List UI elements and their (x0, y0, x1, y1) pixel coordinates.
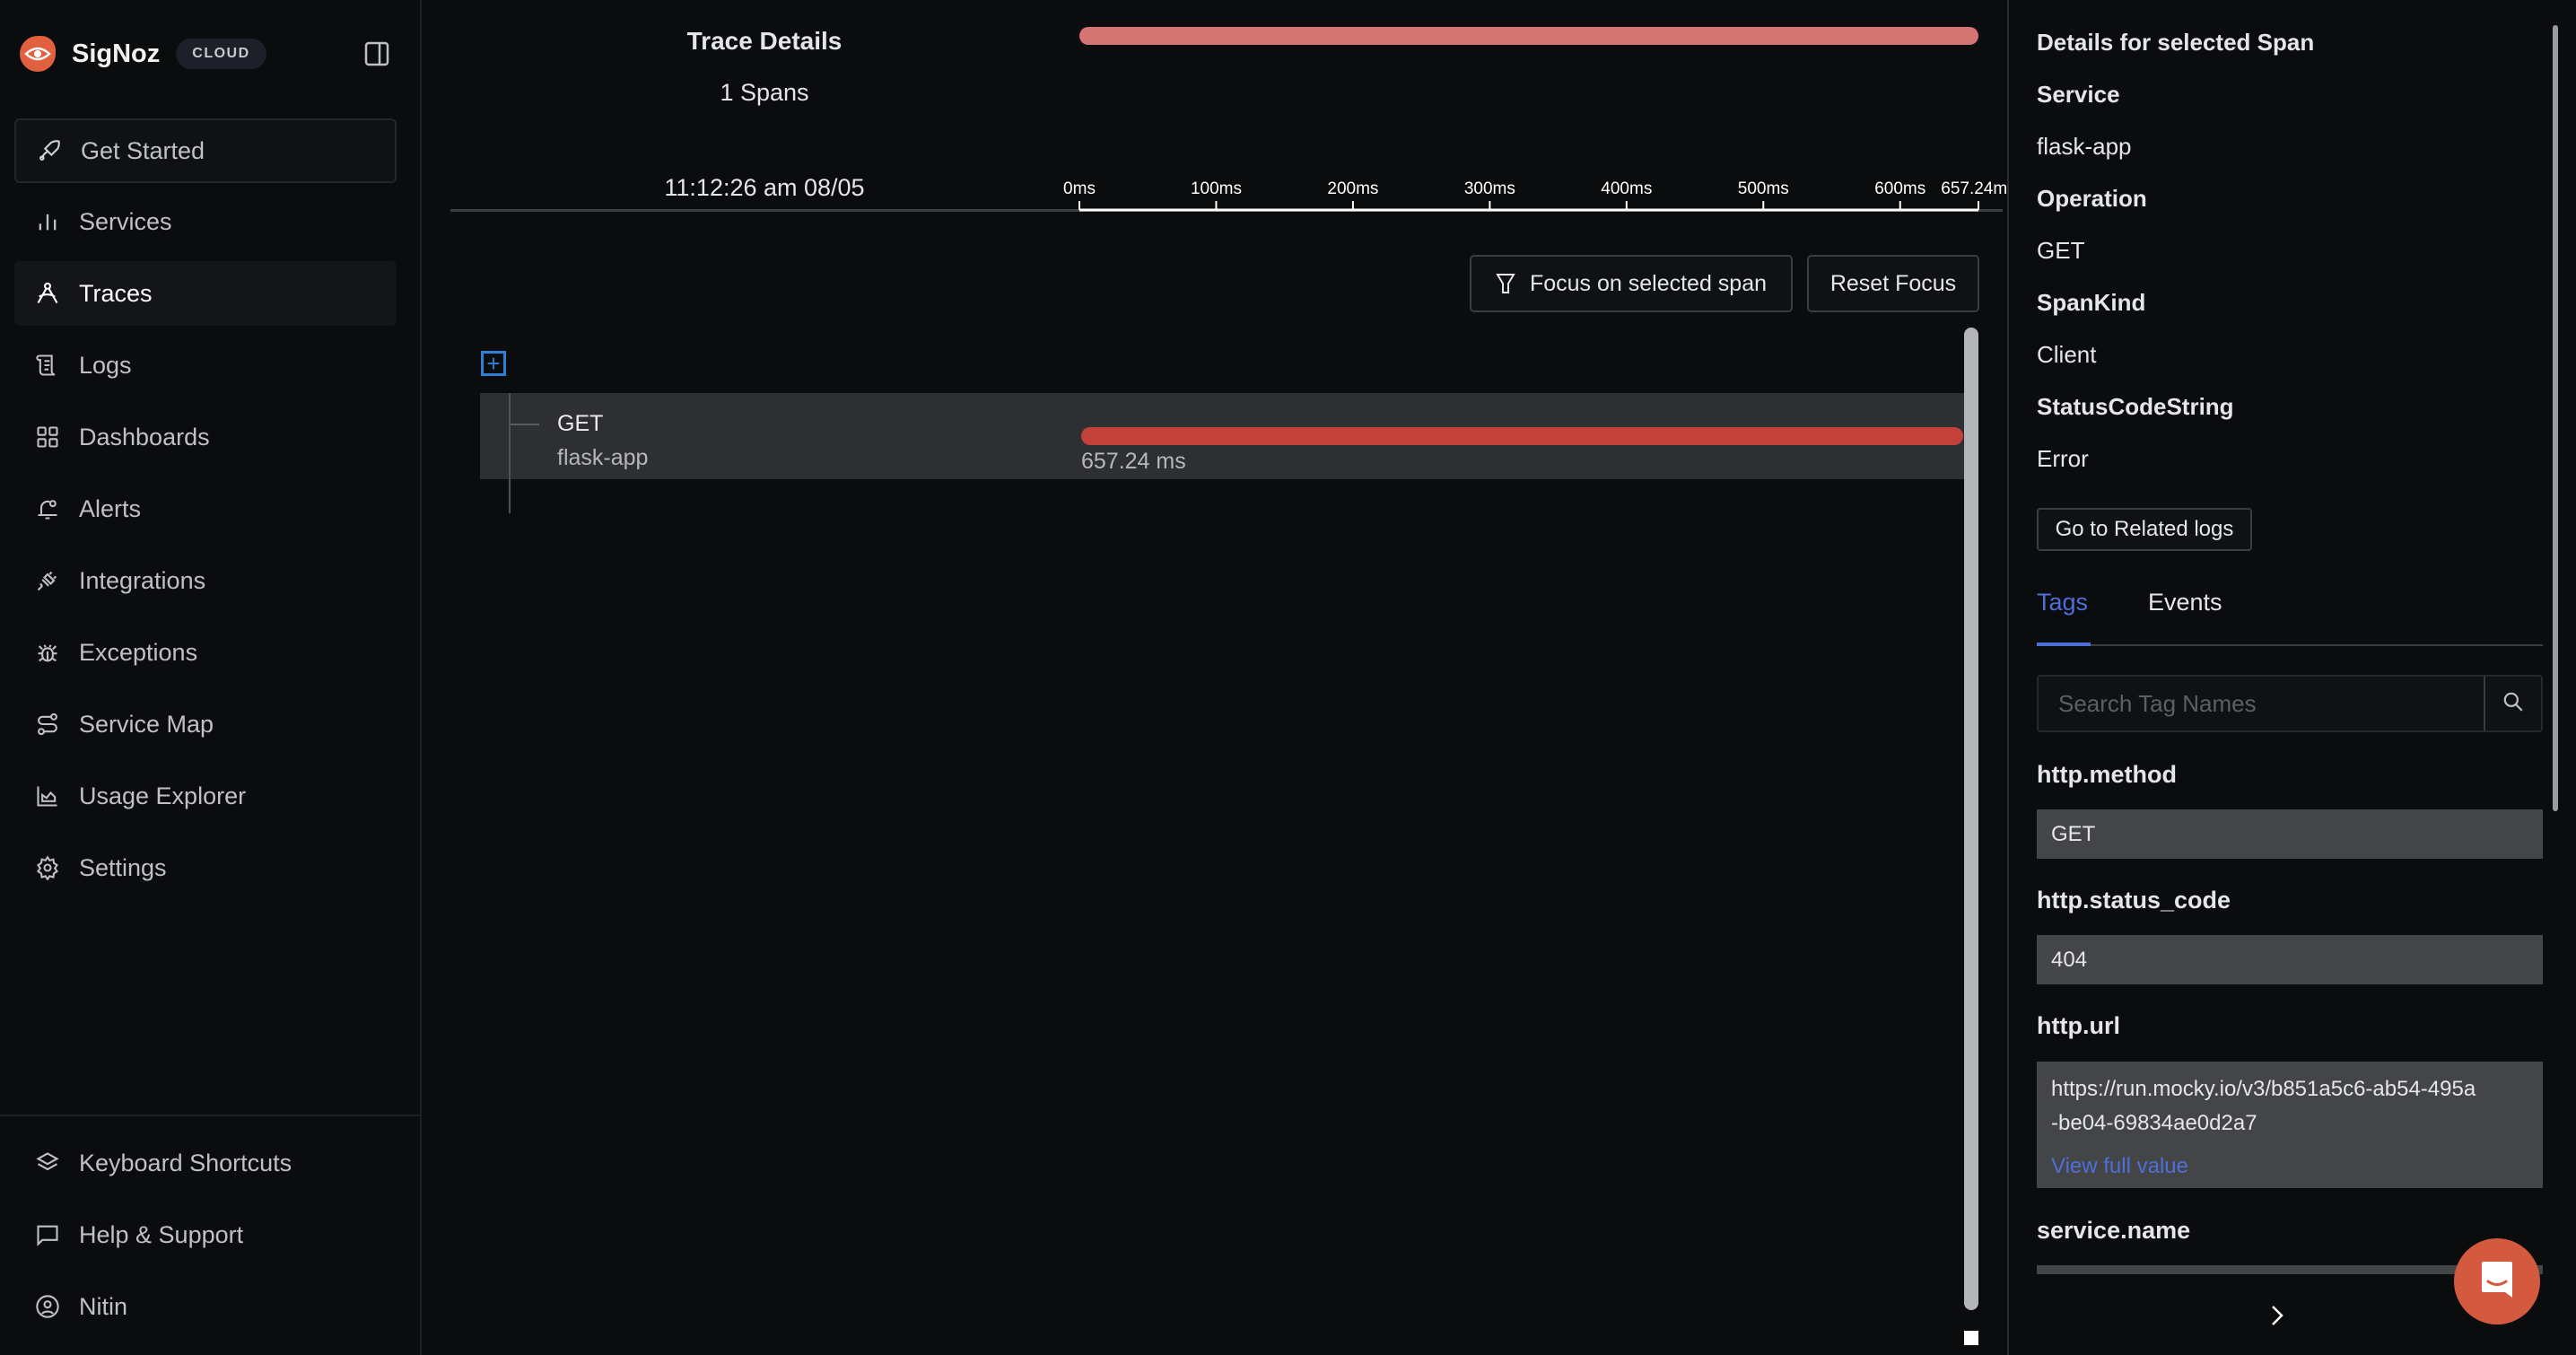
layers-icon (34, 1150, 61, 1176)
span-duration: 657.24 ms (1081, 449, 1186, 474)
tag-search-input[interactable] (2039, 677, 2484, 730)
sidebar-divider (0, 1115, 422, 1116)
tag-value-line: -be04-69834ae0d2a7 (2051, 1111, 2257, 1135)
chevron-right-icon[interactable] (2268, 1303, 2286, 1333)
sidebar-item-integrations[interactable]: Integrations (14, 548, 397, 613)
field-label-status: StatusCodeString (2037, 393, 2234, 420)
route-icon (34, 711, 61, 738)
user-circle-icon (34, 1293, 61, 1320)
search-icon (2502, 690, 2525, 718)
sidebar-item-label: Nitin (79, 1292, 128, 1320)
area-chart-icon (34, 782, 61, 809)
tag-search (2037, 675, 2543, 732)
tag-key: http.status_code (2037, 887, 2231, 914)
scroll-corner (1964, 1331, 1978, 1345)
sidebar-item-usage-explorer[interactable]: Usage Explorer (14, 764, 397, 828)
field-value-status: Error (2037, 445, 2089, 472)
tab-tags[interactable]: Tags (2037, 589, 2088, 616)
tag-value-url: https://run.mocky.io/v3/b851a5c6-ab54-49… (2037, 1062, 2543, 1188)
tag-value-line: https://run.mocky.io/v3/b851a5c6-ab54-49… (2051, 1077, 2476, 1101)
sidebar-item-label: Help & Support (79, 1220, 244, 1248)
search-button[interactable] (2484, 677, 2541, 730)
plug-icon (34, 567, 61, 594)
sidebar-item-help-support[interactable]: Help & Support (14, 1202, 397, 1267)
sidebar-item-label: Integrations (79, 566, 206, 594)
message-square-icon (34, 1221, 61, 1248)
sidebar-item-keyboard-shortcuts[interactable]: Keyboard Shortcuts (14, 1131, 397, 1195)
sidebar-item-exceptions[interactable]: Exceptions (14, 620, 397, 685)
tag-key: http.url (2037, 1012, 2120, 1039)
details-scrollbar[interactable] (2553, 25, 2558, 811)
field-label-operation: Operation (2037, 185, 2147, 212)
sidebar-item-label: Usage Explorer (79, 782, 247, 809)
tag-value: GET (2037, 809, 2543, 859)
tag-key: service.name (2037, 1217, 2191, 1244)
trace-scrollbar[interactable] (1964, 328, 1978, 1310)
field-label-service: Service (2037, 81, 2120, 108)
chat-support-button[interactable] (2454, 1238, 2540, 1324)
details-tabs: Tags Events (2037, 583, 2543, 646)
view-full-value-link[interactable]: View full value (2051, 1150, 2188, 1184)
field-value-spankind: Client (2037, 341, 2097, 368)
bug-icon (34, 639, 61, 666)
sidebar-item-user[interactable]: Nitin (14, 1274, 397, 1339)
chat-icon (2480, 1260, 2514, 1304)
field-value-operation: GET (2037, 237, 2085, 264)
span-duration-bar (1081, 427, 1963, 445)
tab-events[interactable]: Events (2148, 589, 2222, 616)
sidebar-item-label: Keyboard Shortcuts (79, 1149, 293, 1176)
sidebar-item-label: Exceptions (79, 638, 198, 666)
gear-icon (34, 854, 61, 881)
field-label-spankind: SpanKind (2037, 289, 2146, 316)
sidebar-item-settings[interactable]: Settings (14, 835, 397, 900)
sidebar-item-service-map[interactable]: Service Map (14, 692, 397, 756)
active-tab-indicator (2037, 643, 2091, 646)
tag-key: http.method (2037, 761, 2177, 788)
sidebar-item-label: Service Map (79, 710, 214, 738)
related-logs-button[interactable]: Go to Related logs (2037, 508, 2252, 551)
field-value-service: flask-app (2037, 133, 2132, 160)
sidebar-item-label: Settings (79, 853, 167, 881)
details-title: Details for selected Span (2037, 29, 2315, 56)
tag-value: 404 (2037, 935, 2543, 984)
